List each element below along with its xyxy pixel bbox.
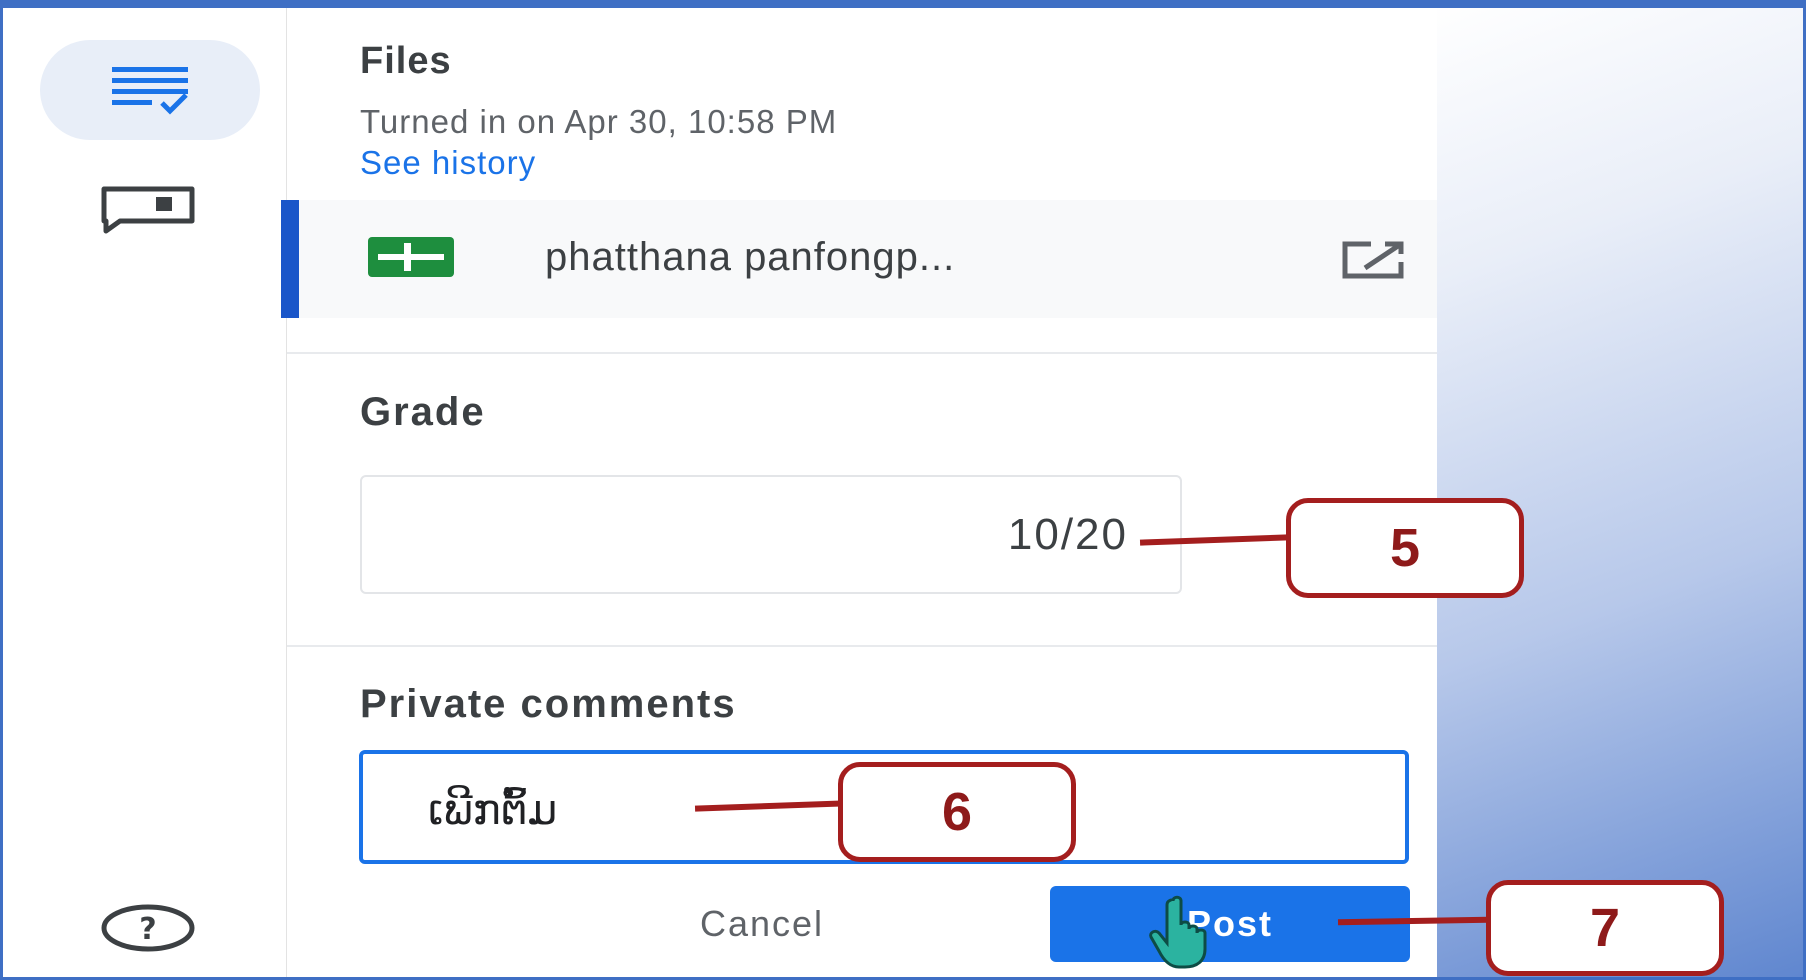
private-comment-text: ເພີກຕົ້ມ [428, 786, 558, 833]
help-icon: ? [101, 904, 194, 952]
side-rail: ? [0, 0, 287, 980]
assignment-list-icon [112, 67, 188, 115]
files-heading: Files [360, 40, 452, 82]
callout-badge: 7 [1486, 880, 1724, 976]
private-comments-heading: Private comments [360, 682, 737, 726]
grade-input[interactable]: 10/20 [360, 475, 1182, 594]
see-history-link[interactable]: See history [360, 144, 536, 182]
svg-text:?: ? [139, 912, 156, 947]
background-gradient [1437, 0, 1806, 980]
grade-value: 10/20 [1007, 510, 1128, 559]
callout-badge: 6 [838, 762, 1076, 862]
sheets-icon [368, 237, 454, 277]
selected-accent-bar [281, 200, 299, 318]
callout-badge: 5 [1286, 498, 1524, 598]
attachment-row[interactable]: phatthana panfongp... [281, 200, 1437, 318]
hand-cursor-icon [1149, 895, 1207, 969]
turned-in-status: Turned in on Apr 30, 10:58 PM [360, 103, 838, 140]
rail-button-comments[interactable] [95, 180, 200, 240]
rail-button-help[interactable]: ? [95, 898, 200, 958]
section-divider [287, 645, 1437, 647]
attachment-name[interactable]: phatthana panfongp... [545, 235, 955, 280]
section-divider [287, 352, 1437, 354]
grade-heading: Grade [360, 390, 486, 434]
cancel-button[interactable]: Cancel [607, 890, 917, 958]
open-in-new-icon[interactable] [1337, 238, 1409, 282]
rail-button-assignment[interactable] [40, 40, 260, 140]
comment-icon [101, 186, 194, 234]
